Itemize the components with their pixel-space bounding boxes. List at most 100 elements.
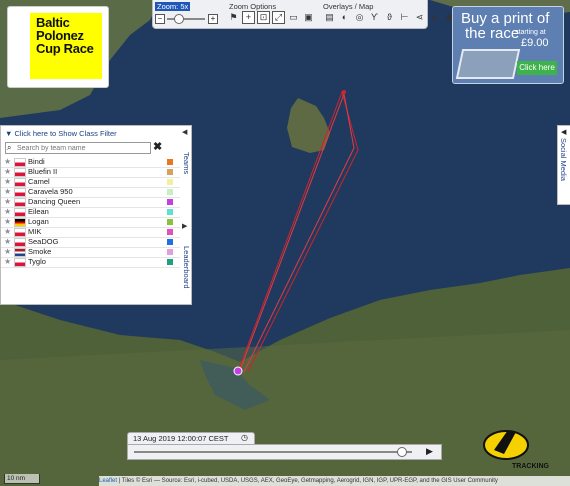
social-media-tab[interactable]: ◀ Social Media (557, 125, 570, 205)
clear-search-icon[interactable]: ✖ (153, 140, 162, 153)
zoom-fit-icon[interactable]: + (242, 11, 255, 24)
buy-print-subtitle: the race (465, 25, 520, 42)
class-filter-label: Click here to Show Class Filter (14, 129, 117, 138)
tag-icon[interactable]: ▭ (287, 11, 300, 24)
globe-icon[interactable]: ● (428, 11, 441, 24)
team-color-swatch (167, 219, 173, 225)
timeline-slider[interactable] (134, 451, 412, 453)
team-color-swatch (167, 209, 173, 215)
buy-print-starting: starting at (515, 29, 546, 36)
flag-pl-icon (14, 208, 26, 217)
zoom-out-button[interactable]: − (155, 14, 165, 24)
teams-panel: ▼ Click here to Show Class Filter ⌕ ✖ ★ B… (0, 125, 182, 305)
team-color-swatch (167, 159, 173, 165)
team-color-swatch (167, 239, 173, 245)
favorite-star-icon[interactable]: ★ (4, 177, 11, 187)
timeline: 13 Aug 2019 12:00:07 CEST ◷ ▶ (127, 432, 442, 462)
collapse-teams-icon[interactable]: ◀ (182, 128, 187, 136)
map-toolbar: Zoom: 5x Zoom Options Overlays / Map − +… (152, 0, 453, 29)
print-preview-image (455, 49, 521, 79)
overlay-icons: ▤ ◐ ◎ ϒ ϑ ⊢ ⋖ ● ◉ (323, 11, 456, 25)
class-filter-toggle[interactable]: ▼ Click here to Show Class Filter (5, 129, 117, 138)
team-color-swatch (167, 189, 173, 195)
favorite-star-icon[interactable]: ★ (4, 197, 11, 207)
team-color-swatch (167, 169, 173, 175)
yb-logo-text: TRACKING (512, 463, 549, 470)
team-name[interactable]: MIK (28, 227, 41, 237)
expand-social-icon[interactable]: ◀ (561, 128, 566, 136)
flag-pl-icon (14, 258, 26, 267)
team-name[interactable]: Logan (28, 217, 49, 227)
favorite-star-icon[interactable]: ★ (4, 247, 11, 257)
buy-print-banner[interactable]: Buy a print of the race starting at £9.0… (452, 6, 564, 84)
expand-icon[interactable]: ⤢ (272, 11, 285, 24)
team-color-swatch (167, 199, 173, 205)
team-search[interactable]: ⌕ (5, 142, 151, 154)
favorite-star-icon[interactable]: ★ (4, 207, 11, 217)
team-color-swatch (167, 259, 173, 265)
zoom-in-button[interactable]: + (208, 14, 218, 24)
scale-bar: 10 nm (4, 474, 40, 484)
favorite-star-icon[interactable]: ★ (4, 227, 11, 237)
event-logo-text: Baltic Polonez Cup Race (36, 15, 94, 56)
boat-marker[interactable] (233, 366, 243, 376)
team-name[interactable]: SeaDOG (28, 237, 58, 247)
clock-icon[interactable]: ◷ (241, 433, 248, 442)
team-color-swatch (167, 229, 173, 235)
buy-print-button[interactable]: Click here (517, 61, 557, 75)
search-icon: ⌕ (7, 143, 12, 152)
zoom-extents-icon[interactable]: ⊡ (257, 11, 270, 24)
current-time: 13 Aug 2019 12:00:07 CEST (133, 434, 229, 443)
flag-pl-icon (14, 158, 26, 167)
tab-teams[interactable]: Teams (180, 138, 191, 188)
yb-tracking-logo[interactable]: TRACKING (478, 420, 560, 470)
favorite-star-icon[interactable]: ★ (4, 237, 11, 247)
course-icon[interactable]: ⋖ (413, 11, 426, 24)
team-name[interactable]: Dancing Queen (28, 197, 80, 207)
tab-leaderboard[interactable]: Leaderboard (180, 232, 191, 302)
team-color-swatch (167, 179, 173, 185)
team-name[interactable]: Tyglo (28, 257, 46, 267)
team-name[interactable]: Caravela 950 (28, 187, 73, 197)
flag-pl-icon (14, 188, 26, 197)
team-search-input[interactable] (17, 143, 147, 153)
attribution-text: | Tiles © Esri — Source: Esri, i-cubed, … (117, 478, 498, 484)
buy-print-price: £9.00 (521, 37, 549, 49)
flag-icon[interactable]: ⚑ (227, 11, 240, 24)
favorite-star-icon[interactable]: ★ (4, 217, 11, 227)
expand-leaderboard-icon[interactable]: ▶ (182, 222, 187, 230)
favorite-star-icon[interactable]: ★ (4, 187, 11, 197)
contrast-icon[interactable]: ◐ (338, 11, 351, 24)
timeline-slider-handle[interactable] (396, 447, 407, 457)
overlays-map-label: Overlays / Map (323, 2, 374, 11)
team-name[interactable]: Camel (28, 177, 50, 187)
buy-print-title: Buy a print of (461, 10, 550, 27)
image-icon[interactable]: ▣ (302, 11, 315, 24)
team-name[interactable]: Eilean (28, 207, 49, 217)
flag-pl-icon (14, 168, 26, 177)
team-name[interactable]: Smoke (28, 247, 51, 257)
team-name[interactable]: Bluefin II (28, 167, 57, 177)
flag-pl-icon (14, 238, 26, 247)
play-icon[interactable]: ▶ (426, 446, 433, 457)
favorite-star-icon[interactable]: ★ (4, 257, 11, 267)
zoom-slider-handle[interactable] (174, 14, 185, 24)
layers-icon[interactable]: ▤ (323, 11, 336, 24)
flag-de-icon (14, 218, 26, 227)
zoom-slider[interactable] (167, 18, 205, 20)
team-name[interactable]: Bindi (28, 157, 45, 167)
favorite-star-icon[interactable]: ★ (4, 157, 11, 167)
flag-pl-icon (14, 198, 26, 207)
map-attribution: Leaflet | Tiles © Esri — Source: Esri, i… (99, 476, 570, 486)
measure-icon[interactable]: ⊢ (398, 11, 411, 24)
panel-side-tabs: ◀ Teams ▶ Leaderboard (180, 125, 192, 305)
leaflet-link[interactable]: Leaflet (99, 478, 117, 484)
current-icon[interactable]: ϑ (383, 11, 396, 24)
zoom-options-label: Zoom Options (229, 2, 277, 11)
team-row[interactable]: ★ Tyglo (1, 257, 181, 268)
event-logo[interactable]: Baltic Polonez Cup Race (7, 6, 109, 88)
compass-icon[interactable]: ◎ (353, 11, 366, 24)
team-color-swatch (167, 249, 173, 255)
favorite-star-icon[interactable]: ★ (4, 167, 11, 177)
wind-icon[interactable]: ϒ (368, 11, 381, 24)
